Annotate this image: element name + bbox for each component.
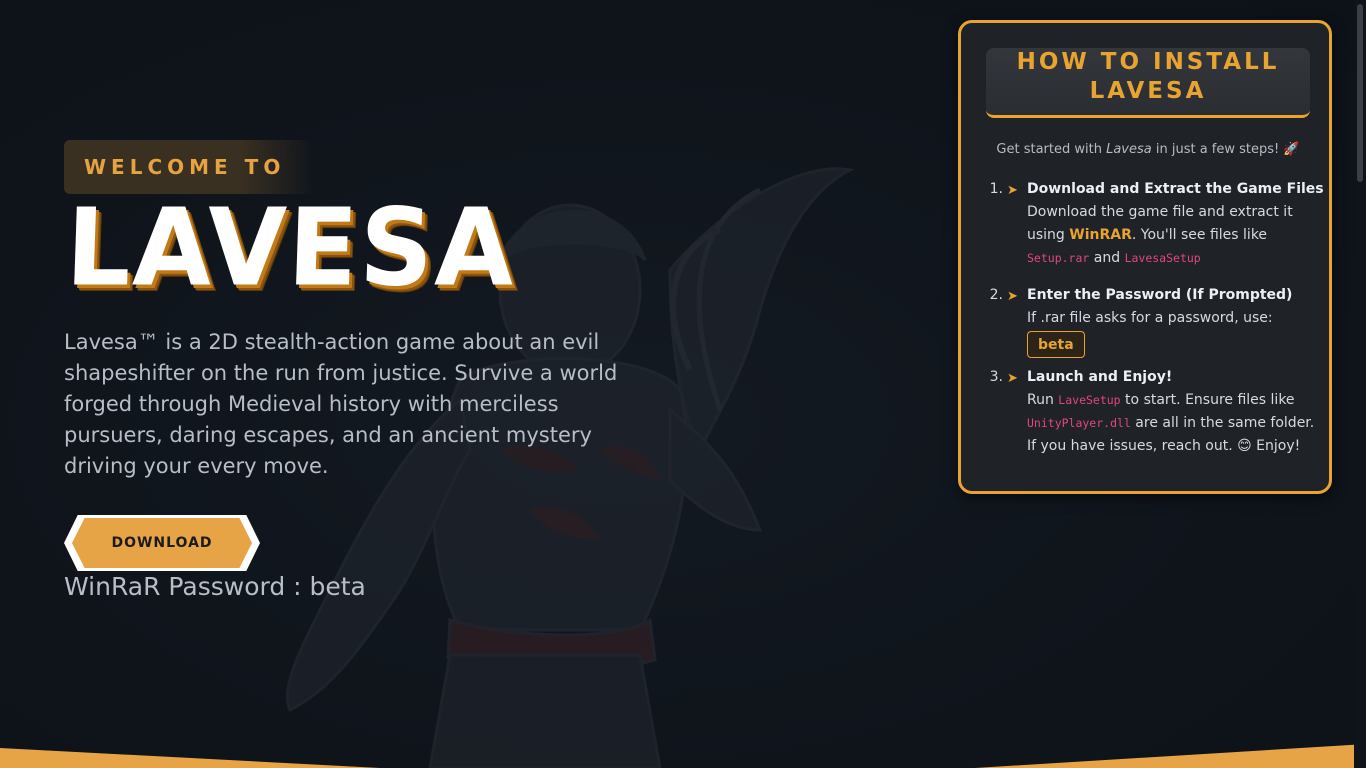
scrollbar-thumb[interactable] [1357,4,1363,182]
step-text: Run [1027,392,1059,408]
file-name-code: UnityPlayer.dll [1027,416,1131,430]
page-scrollbar[interactable] [1354,0,1366,768]
step-text: . You'll see files like [1131,227,1268,243]
step-number: 3. [989,369,1003,385]
install-step-3: 3. ➤ Launch and Enjoy! Run LaveSetup to … [989,366,1319,466]
step-title: Download and Extract the Game Files [1027,181,1324,197]
install-step-2: 2. ➤ Enter the Password (If Prompted) If… [989,284,1319,359]
game-description: Lavesa™ is a 2D stealth-action game abou… [64,330,618,478]
winrar-password-text: WinRaR Password : beta [64,572,366,601]
install-card-intro: Get started with Lavesa in just a few st… [961,142,1335,157]
step-text: to start. Ensure files like [1120,392,1295,408]
password-badge: beta [1027,331,1085,358]
step-body: Run LaveSetup to start. Ensure files lik… [1027,389,1319,458]
step-number: 1. [989,181,1003,197]
step-number: 2. [989,287,1003,303]
step-title: Launch and Enjoy! [1027,369,1173,385]
install-guide-card: HOW TO INSTALL LAVESA Get started with L… [958,20,1332,494]
install-card-header: HOW TO INSTALL LAVESA [986,48,1310,118]
welcome-label: WELCOME TO [84,155,286,179]
file-name-code: LaveSetup [1058,393,1121,407]
arrow-icon: ➤ [1007,183,1018,198]
bottom-accent-band [0,744,1366,768]
winrar-highlight: WinRAR [1069,227,1132,243]
step-body: If .rar file asks for a password, use: b… [1027,307,1319,358]
step-text: If .rar file asks for a password, use: [1027,310,1273,326]
step-body: Download the game file and extract it us… [1027,201,1319,270]
intro-suffix: in just a few steps! 🚀 [1151,142,1300,157]
install-step-1: 1. ➤ Download and Extract the Game Files… [989,178,1324,278]
download-button-frame[interactable]: DOWNLOAD [64,515,260,571]
arrow-icon: ➤ [1007,289,1018,304]
download-button[interactable]: DOWNLOAD [72,518,252,568]
intro-game-name: Lavesa [1106,142,1152,157]
file-name-code: Setup.rar [1027,251,1090,265]
intro-prefix: Get started with [996,142,1107,157]
arrow-icon: ➤ [1007,371,1018,386]
step-title: Enter the Password (If Prompted) [1027,287,1293,303]
page: WELCOME TO LAVESA Lavesa™ is a 2D stealt… [0,0,1366,768]
step-text: and [1089,250,1125,266]
file-name-code: LavesaSetup [1124,251,1201,265]
install-card-title: HOW TO INSTALL LAVESA [1016,49,1280,104]
game-title: LAVESA [63,186,519,311]
